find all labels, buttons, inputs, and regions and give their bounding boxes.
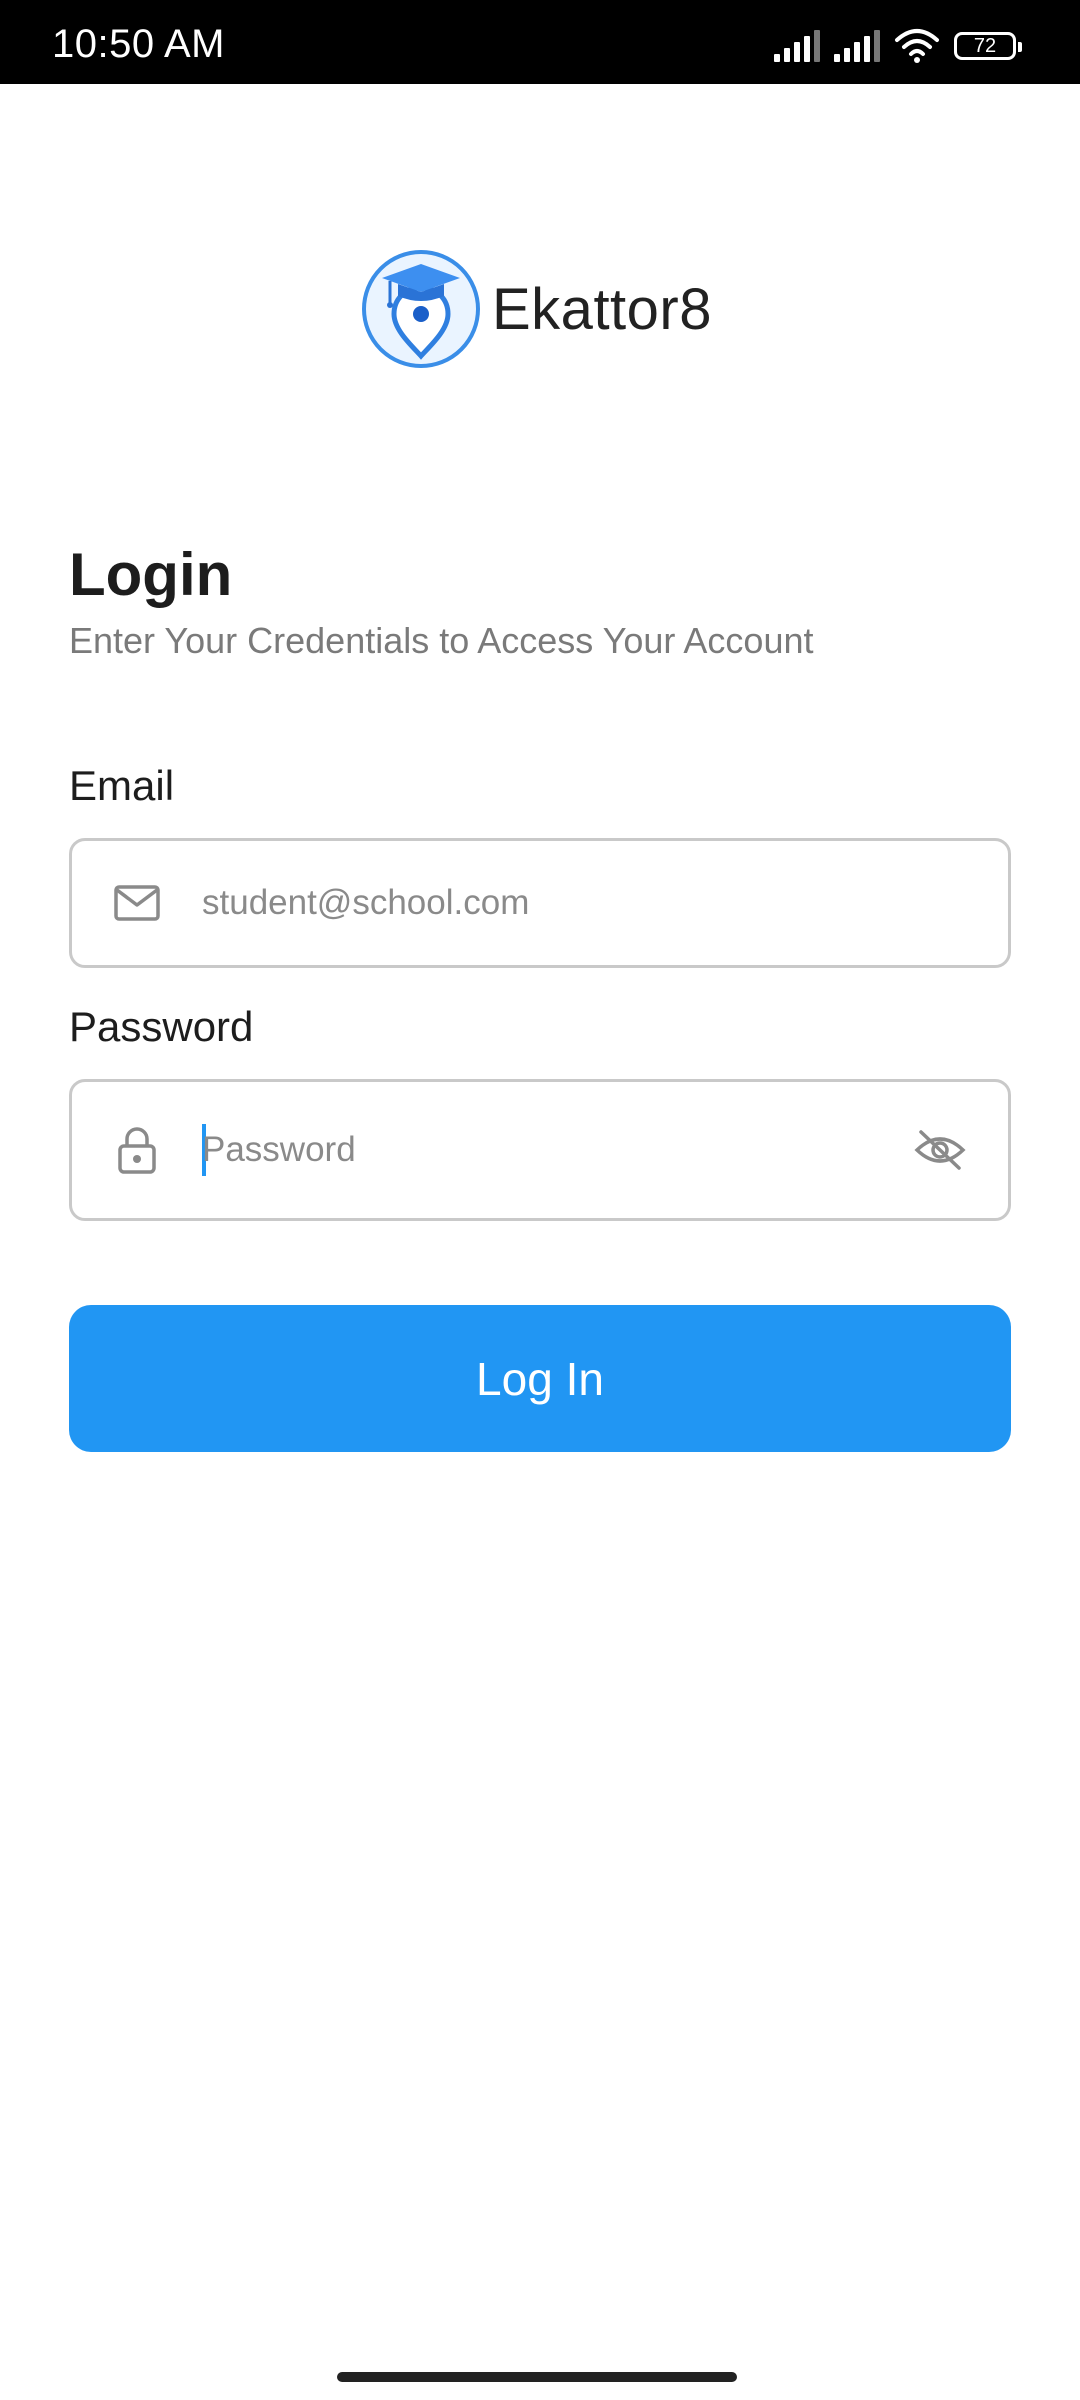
wifi-icon [895, 29, 939, 63]
email-label: Email [69, 762, 175, 809]
graduation-cap-location-pin-icon [362, 250, 480, 368]
battery-icon: 72 [954, 32, 1022, 60]
page-subtitle: Enter Your Credentials to Access Your Ac… [69, 620, 814, 661]
signal-icon [774, 30, 820, 62]
email-value: student@school.com [202, 883, 530, 922]
brand-name: Ekattor8 [492, 276, 712, 342]
status-icons: 72 [774, 26, 1022, 66]
password-label: Password [69, 1003, 254, 1050]
email-field[interactable]: student@school.com [69, 838, 1011, 968]
page-title: Login [69, 541, 233, 608]
password-field[interactable]: Password [69, 1079, 1011, 1221]
mail-icon [110, 876, 164, 930]
signal-icon [834, 30, 880, 62]
home-indicator[interactable] [337, 2372, 737, 2382]
eye-off-icon[interactable] [910, 1120, 970, 1180]
login-button[interactable]: Log In [69, 1305, 1011, 1452]
status-bar: 10:50 AM 72 [0, 0, 1080, 84]
battery-level: 72 [973, 34, 997, 57]
password-placeholder: Password [202, 1130, 356, 1169]
brand: Ekattor8 [360, 248, 712, 370]
status-time: 10:50 AM [52, 22, 226, 66]
login-button-label: Log In [476, 1352, 604, 1405]
lock-icon [110, 1123, 164, 1177]
